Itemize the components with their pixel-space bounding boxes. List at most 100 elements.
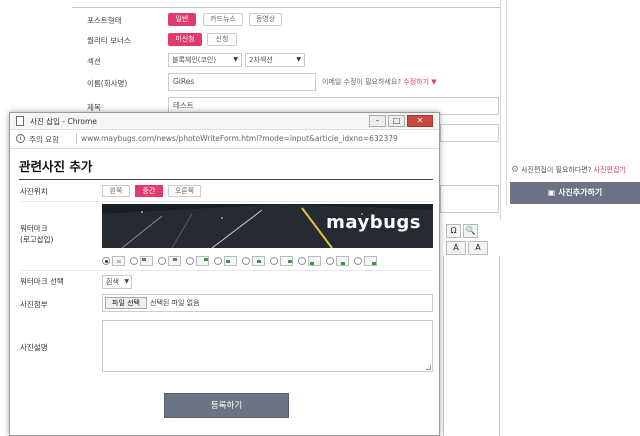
- add-photo-button[interactable]: ▣ 사진추가하기: [510, 182, 640, 204]
- add-photo-button-label: 사진추가하기: [558, 188, 603, 197]
- watermark-option[interactable]: [214, 255, 242, 267]
- position-swatch-icon: [196, 256, 209, 266]
- watermark-option[interactable]: [158, 255, 186, 267]
- divider: [19, 270, 433, 271]
- search-icon[interactable]: 🔍: [463, 224, 478, 238]
- position-swatch-icon: [336, 256, 349, 266]
- popup-window-title: 사진 삽입 - Chrome: [30, 117, 97, 126]
- watermark-brand-text: maybugs: [326, 212, 421, 233]
- radio[interactable]: [158, 257, 166, 265]
- font-color-button[interactable]: A: [446, 241, 466, 255]
- post-type-label: 포스트형태: [87, 16, 122, 25]
- position-label: 사진위치: [20, 187, 48, 196]
- divider: [72, 7, 500, 8]
- watermark-option[interactable]: [186, 255, 214, 267]
- page-title: 관련사진 추가: [19, 159, 93, 174]
- gear-icon: ⚙: [511, 165, 520, 175]
- divider: [500, 0, 501, 220]
- summary-input[interactable]: [440, 185, 499, 213]
- post-type-normal-button[interactable]: 일반: [168, 13, 196, 26]
- file-status: 선택된 파일 없음: [150, 299, 200, 307]
- popup-titlebar[interactable]: 사진 삽입 - Chrome – □ ✕: [10, 113, 439, 130]
- subsection-select-value: 2차섹션: [249, 56, 273, 64]
- watermark-option[interactable]: [242, 255, 270, 267]
- watermark-option[interactable]: [354, 255, 382, 267]
- position-right-button[interactable]: 오른쪽: [168, 185, 201, 197]
- radio[interactable]: [354, 257, 362, 265]
- photo-icon: ▣: [547, 188, 559, 197]
- quality-bonus-label: 퀄리티 보너스: [87, 36, 131, 45]
- file-input[interactable]: 파일 선택 선택된 파일 없음: [102, 294, 433, 312]
- position-swatch-icon: [364, 256, 377, 266]
- position-swatch-icon: [140, 256, 153, 266]
- quality-bonus-apply-button[interactable]: 신청: [207, 33, 237, 46]
- watermark-option[interactable]: [298, 255, 326, 267]
- radio[interactable]: [270, 257, 278, 265]
- watermark-option[interactable]: [130, 255, 158, 267]
- watermark-preview: maybugs: [102, 204, 433, 248]
- page-icon: [16, 116, 24, 126]
- watermark-option[interactable]: [326, 255, 354, 267]
- radio[interactable]: [102, 257, 110, 265]
- choose-file-button[interactable]: 파일 선택: [105, 297, 147, 309]
- watermark-position-group: [102, 255, 392, 267]
- radio[interactable]: [130, 257, 138, 265]
- name-label: 이름(회사명): [87, 79, 128, 88]
- special-char-button[interactable]: Ω: [446, 224, 461, 238]
- info-icon: i: [16, 134, 25, 143]
- photo-insert-popup: 사진 삽입 - Chrome – □ ✕ i 주의 요함 www.maybugs…: [9, 112, 440, 436]
- file-label: 사진첨부: [20, 300, 48, 309]
- divider: [19, 179, 433, 180]
- radio[interactable]: [186, 257, 194, 265]
- position-swatch-icon: [280, 256, 293, 266]
- maximize-button[interactable]: □: [388, 115, 405, 127]
- radio[interactable]: [298, 257, 306, 265]
- divider: [506, 0, 507, 206]
- position-swatch-icon: [252, 256, 265, 266]
- chevron-down-icon: ▼: [124, 278, 129, 285]
- photo-editor-link[interactable]: 사진편집기: [594, 166, 626, 174]
- security-label: 주의 요함: [29, 135, 59, 144]
- position-center-button[interactable]: 중간: [135, 185, 163, 197]
- post-type-cardnews-button[interactable]: 카드뉴스: [203, 13, 243, 26]
- position-swatch-icon: [168, 256, 181, 266]
- url-text: www.maybugs.com/news/photoWriteForm.html…: [81, 134, 398, 143]
- email-hint-text: 이메일 수정이 필요하세요?: [322, 78, 402, 86]
- position-swatch-icon: [308, 256, 321, 266]
- photo-edit-note-text: 사진편집이 필요하다면?: [521, 166, 592, 174]
- watermark-option[interactable]: [102, 255, 130, 267]
- chevron-down-icon: ▼: [233, 56, 238, 63]
- section-select-value: 블록체인(코인): [172, 56, 217, 64]
- minimize-button[interactable]: –: [369, 115, 386, 127]
- name-input[interactable]: GiRes: [168, 73, 316, 91]
- divider: [19, 201, 433, 202]
- address-bar[interactable]: i 주의 요함 www.maybugs.com/news/photoWriteF…: [10, 130, 439, 149]
- section-label: 섹션: [87, 57, 101, 66]
- position-swatch-icon: [224, 256, 237, 266]
- bg-color-button[interactable]: A: [468, 241, 488, 255]
- section-select[interactable]: 블록체인(코인) ▼: [168, 53, 242, 67]
- radio[interactable]: [326, 257, 334, 265]
- watermark-label: 워터마크 (로고삽입): [20, 223, 53, 245]
- watermark-label-line1: 워터마크: [20, 224, 48, 233]
- watermark-select-label: 워터마크 선택: [20, 277, 64, 286]
- position-left-button[interactable]: 왼쪽: [102, 185, 130, 197]
- watermark-color-select[interactable]: 흰색 ▼: [102, 275, 132, 289]
- radio[interactable]: [242, 257, 250, 265]
- resize-handle-icon[interactable]: [426, 365, 431, 370]
- submit-button[interactable]: 등록하기: [164, 393, 289, 418]
- watermark-option[interactable]: [270, 255, 298, 267]
- subtitle-input[interactable]: [440, 124, 499, 142]
- caption-label: 사진설명: [20, 343, 48, 352]
- position-swatch-icon: [112, 256, 125, 266]
- caption-textarea[interactable]: [102, 320, 433, 372]
- watermark-color-value: 흰색: [106, 278, 119, 286]
- close-button[interactable]: ✕: [407, 115, 433, 127]
- photo-edit-note: ⚙ 사진편집이 필요하다면? 사진편집기: [511, 165, 626, 175]
- subsection-select[interactable]: 2차섹션 ▼: [245, 53, 305, 67]
- quality-bonus-none-button[interactable]: 미신청: [168, 33, 202, 46]
- post-type-video-button[interactable]: 동영상: [249, 13, 282, 26]
- edit-email-link[interactable]: 수정하기 ▼: [403, 78, 436, 86]
- radio[interactable]: [214, 257, 222, 265]
- editor-area[interactable]: [443, 256, 500, 436]
